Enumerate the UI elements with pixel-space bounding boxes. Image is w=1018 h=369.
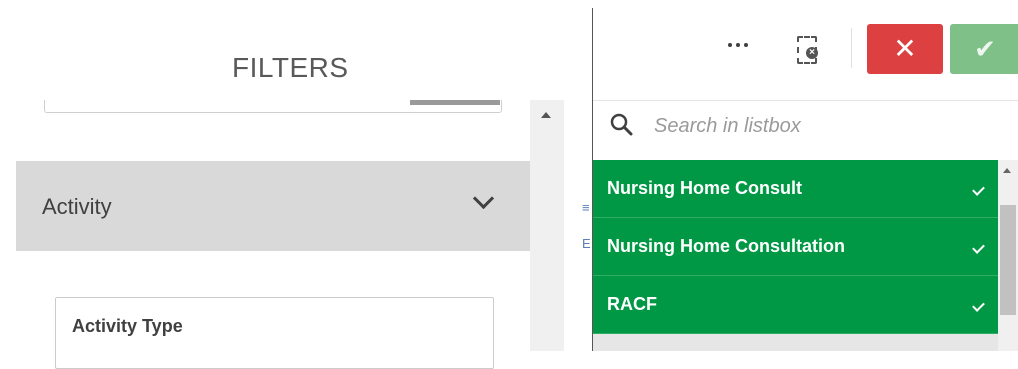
ellipsis-icon bbox=[728, 43, 732, 47]
checkmark-icon bbox=[972, 241, 985, 254]
toolbar-separator bbox=[851, 28, 852, 68]
clear-x-icon: × bbox=[806, 47, 818, 59]
scroll-up-arrow-icon[interactable] bbox=[1003, 168, 1011, 173]
scroll-up-arrow-icon[interactable] bbox=[541, 112, 551, 118]
filters-title: FILTERS bbox=[232, 52, 349, 83]
activity-type-filter[interactable]: Activity Type bbox=[55, 297, 494, 369]
checkmark-icon bbox=[972, 183, 985, 196]
filter-field-scrollbar bbox=[410, 100, 500, 105]
confirm-selection-button[interactable]: ✔ bbox=[950, 24, 1018, 74]
list-item-label: Nursing Home Consultation bbox=[607, 236, 845, 256]
activity-section-header[interactable]: Activity bbox=[16, 161, 530, 251]
listbox-items: Nursing Home Consult Nursing Home Consul… bbox=[593, 160, 998, 334]
filters-scrollbar[interactable] bbox=[530, 100, 564, 351]
ellipsis-icon bbox=[744, 43, 748, 47]
list-item-label: RACF bbox=[607, 294, 657, 314]
listbox-search-input[interactable] bbox=[652, 110, 996, 142]
chevron-down-icon[interactable] bbox=[472, 187, 495, 210]
partially-hidden-glyphs: ≡ E bbox=[582, 190, 591, 262]
checkmark-icon bbox=[972, 299, 985, 312]
ellipsis-icon bbox=[736, 43, 740, 47]
more-options-button[interactable] bbox=[720, 30, 760, 60]
list-item[interactable]: Nursing Home Consult bbox=[593, 160, 998, 218]
cancel-selection-button[interactable]: ✕ bbox=[867, 24, 943, 74]
hidden-glyph-1: ≡ bbox=[582, 200, 590, 215]
hidden-glyph-2: E bbox=[582, 236, 591, 251]
listbox-scrollbar-thumb[interactable] bbox=[1000, 205, 1016, 315]
clear-selection-button[interactable]: × bbox=[795, 34, 821, 64]
list-item-label: Nursing Home Consult bbox=[607, 178, 803, 198]
list-item[interactable]: RACF bbox=[593, 276, 998, 334]
list-item-excluded[interactable] bbox=[593, 334, 998, 351]
activity-section-label: Activity bbox=[42, 194, 112, 219]
list-item[interactable]: Nursing Home Consultation bbox=[593, 218, 998, 276]
search-icon bbox=[610, 113, 633, 136]
activity-type-label: Activity Type bbox=[72, 316, 183, 336]
